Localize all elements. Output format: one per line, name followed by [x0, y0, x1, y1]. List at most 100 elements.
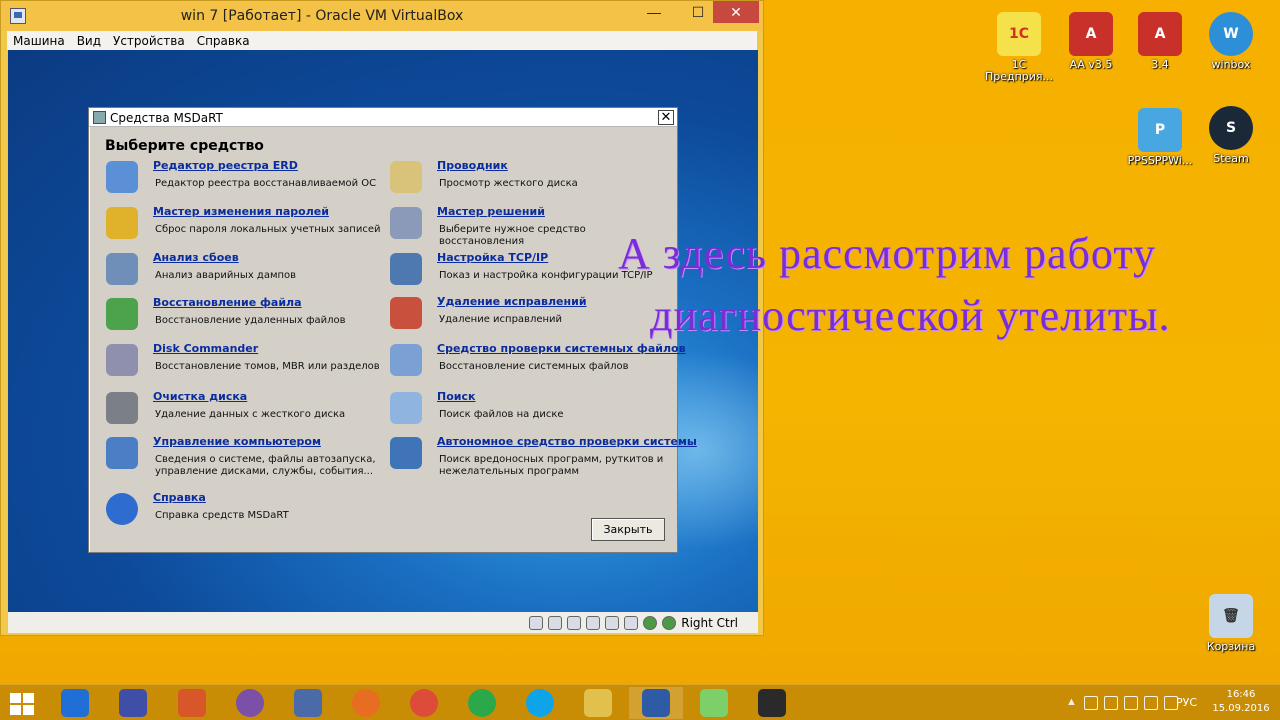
clock[interactable]: 16:46 15.09.2016	[1210, 688, 1272, 716]
tool-description: Редактор реестра восстанавливаемой ОС	[155, 178, 377, 189]
system-tray: ▲	[1060, 685, 1178, 720]
taskbar-app[interactable]	[339, 687, 393, 719]
network-signal-icon[interactable]	[1144, 696, 1158, 710]
taskbar-app[interactable]	[687, 687, 741, 719]
taskbar-app[interactable]	[513, 687, 567, 719]
tool-link[interactable]: Поиск	[437, 390, 475, 403]
desktop-icon-aa35[interactable]: A AA v3.5	[1055, 12, 1127, 71]
desktop-icon-recycle-bin[interactable]: 🗑 Корзина	[1195, 594, 1267, 653]
tool-help[interactable]: Справка Справка средств MSDaRT	[106, 491, 376, 533]
tool-link[interactable]: Настройка TCP/IP	[437, 251, 548, 264]
tool-crash-analyzer[interactable]: Анализ сбоев Анализ аварийных дампов	[106, 251, 376, 293]
taskbar-app[interactable]	[281, 687, 335, 719]
show-hidden-icon[interactable]: ▲	[1066, 696, 1078, 710]
menu-view[interactable]: Вид	[77, 34, 101, 48]
tool-standalone-sweeper[interactable]: Автономное средство проверки системы Пои…	[390, 435, 697, 477]
input-language[interactable]: РУС	[1176, 696, 1197, 709]
action-center-icon[interactable]	[1084, 696, 1098, 710]
winbox-icon: W	[1209, 12, 1253, 56]
tool-disk-commander[interactable]: Disk Commander Восстановление томов, MBR…	[106, 342, 380, 384]
desktop-icon-label: Steam	[1213, 152, 1249, 165]
desktop-icon-ppsspp[interactable]: P PPSSPPWi...	[1124, 108, 1196, 167]
network-icon[interactable]	[586, 615, 601, 630]
tool-sfc-scan[interactable]: Средство проверки системных файлов Восст…	[390, 342, 686, 384]
maximize-button[interactable]: ☐	[683, 1, 713, 23]
minimize-button[interactable]: —	[639, 1, 669, 23]
tool-link[interactable]: Disk Commander	[153, 342, 258, 355]
desktop-icon-winbox[interactable]: W winbox	[1195, 12, 1267, 71]
tool-search[interactable]: Поиск Поиск файлов на диске	[390, 390, 660, 432]
caption-line-1: А здесь рассмотрим работу	[618, 229, 1156, 278]
ppsspp-icon: P	[1138, 108, 1182, 152]
tool-hotfix-uninstall[interactable]: Удаление исправлений Удаление исправлени…	[390, 295, 660, 337]
steam-icon: S	[1209, 106, 1253, 150]
tool-computer-management[interactable]: Управление компьютером Сведения о систем…	[106, 435, 376, 477]
tool-explorer[interactable]: Проводник Просмотр жесткого диска	[390, 159, 660, 201]
tool-disk-wipe[interactable]: Очистка диска Удаление данных с жесткого…	[106, 390, 376, 432]
close-dialog-button[interactable]: Закрыть	[591, 518, 665, 541]
tool-locksmith[interactable]: Мастер изменения паролей Сброс пароля ло…	[106, 205, 380, 247]
registry-icon	[106, 161, 138, 193]
firefox-icon	[352, 689, 380, 717]
ammyy-admin-icon: A	[1069, 12, 1113, 56]
window-titlebar[interactable]: win 7 [Работает] - Oracle VM VirtualBox …	[1, 1, 763, 31]
mouse-integration-icon[interactable]	[662, 615, 677, 630]
caption-line-2: диагностической утелиты.	[650, 291, 1171, 340]
desktop-icon-34[interactable]: A 3.4	[1124, 12, 1196, 71]
desktop-icon-label: AA v3.5	[1069, 58, 1113, 71]
tool-link[interactable]: Мастер решений	[437, 205, 545, 218]
battery-icon[interactable]	[1124, 696, 1138, 710]
recycle-bin-icon: 🗑	[1209, 594, 1253, 638]
tool-link[interactable]: Мастер изменения паролей	[153, 205, 329, 218]
close-button[interactable]: ✕	[713, 1, 759, 23]
dialog-titlebar[interactable]: Средства MSDaRT ✕	[89, 108, 677, 127]
tool-link[interactable]: Проводник	[437, 159, 508, 172]
menu-machine[interactable]: Машина	[13, 34, 65, 48]
tool-link[interactable]: Автономное средство проверки системы	[437, 435, 697, 448]
hard-disk-icon[interactable]	[529, 615, 544, 630]
viber-icon	[236, 689, 264, 717]
optical-drive-icon[interactable]	[548, 615, 563, 630]
tool-file-restore[interactable]: Восстановление файла Восстановление удал…	[106, 296, 376, 338]
tool-link[interactable]: Очистка диска	[153, 390, 247, 403]
tool-registry-editor[interactable]: Редактор реестра ERD Редактор реестра во…	[106, 159, 376, 201]
usb-icon[interactable]	[567, 615, 582, 630]
skype-icon	[526, 689, 554, 717]
shared-folders-icon[interactable]	[605, 615, 620, 630]
taskbar-app[interactable]	[223, 687, 277, 719]
tool-description: Удаление исправлений	[439, 314, 563, 325]
taskbar-app[interactable]	[106, 687, 160, 719]
desktop-icon-label: 1С Предприя...	[984, 58, 1054, 83]
file-restore-icon	[106, 298, 138, 330]
dialog-close-icon[interactable]: ✕	[658, 110, 674, 125]
taskbar-app[interactable]	[455, 687, 509, 719]
taskbar-app[interactable]	[48, 687, 102, 719]
desktop-icon-steam[interactable]: S Steam	[1195, 106, 1267, 165]
dialog-heading: Выберите средство	[105, 138, 264, 154]
tool-link[interactable]: Анализ сбоев	[153, 251, 239, 264]
tool-link[interactable]: Управление компьютером	[153, 435, 321, 448]
taskbar-app[interactable]	[165, 687, 219, 719]
dialog-title: Средства MSDaRT	[110, 111, 223, 125]
desktop-icon-1c[interactable]: 1С 1С Предприя...	[983, 12, 1055, 83]
tool-description: Просмотр жесткого диска	[439, 178, 578, 189]
start-button[interactable]	[10, 693, 34, 715]
tool-link[interactable]: Редактор реестра ERD	[153, 159, 298, 172]
display-icon[interactable]	[624, 615, 639, 630]
taskbar-app[interactable]	[397, 687, 451, 719]
tool-link[interactable]: Удаление исправлений	[437, 295, 587, 308]
tool-link[interactable]: Справка	[153, 491, 206, 504]
usb-device-icon[interactable]	[1104, 696, 1118, 710]
video-capture-icon[interactable]	[643, 615, 658, 630]
solution-wizard-icon	[390, 207, 422, 239]
computer-management-icon	[106, 437, 138, 469]
taskbar-app[interactable]	[571, 687, 625, 719]
network-icon	[390, 253, 422, 285]
tool-link[interactable]: Восстановление файла	[153, 296, 302, 309]
menu-devices[interactable]: Устройства	[113, 34, 185, 48]
menu-help[interactable]: Справка	[197, 34, 250, 48]
tool-description: Сведения о системе, файлы автозапуска, у…	[155, 454, 376, 477]
taskbar-app[interactable]	[629, 687, 683, 719]
tool-link[interactable]: Средство проверки системных файлов	[437, 342, 686, 355]
taskbar-app[interactable]	[745, 687, 799, 719]
